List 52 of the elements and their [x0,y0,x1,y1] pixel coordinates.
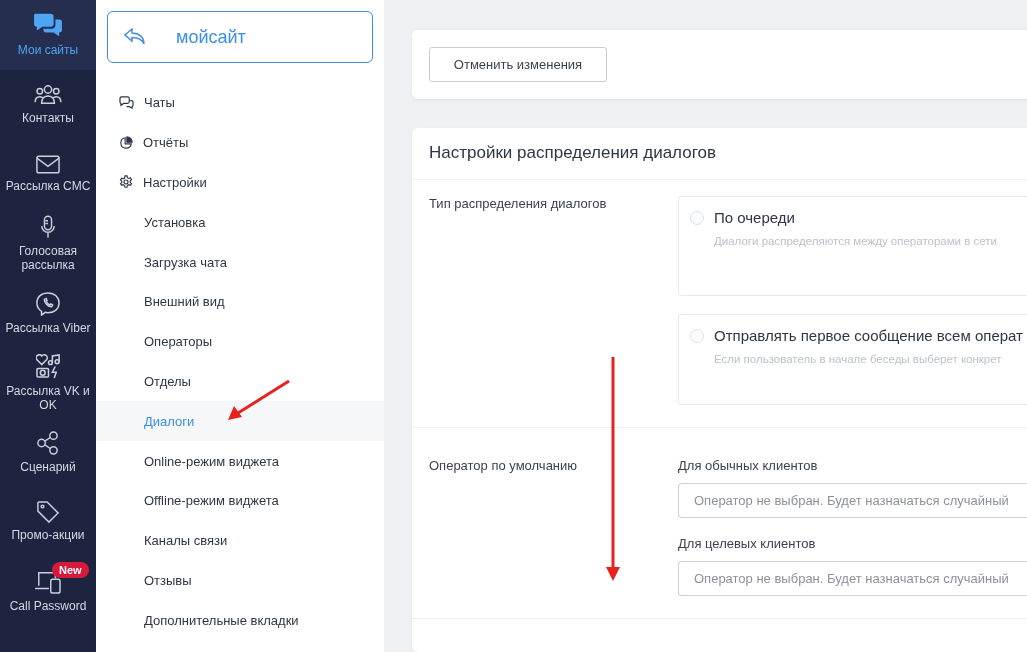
submenu-item[interactable]: Операторы [96,321,384,362]
submenu-item[interactable]: Online-режим виджета [96,441,384,481]
sidebar-item[interactable]: Мои сайты [0,0,96,70]
new-badge: New [52,562,89,579]
menu-item[interactable]: Чаты [96,83,384,123]
cancel-changes-button[interactable]: Отменить изменения [429,47,607,82]
heart-music-camera-icon [35,353,61,379]
sidebar-item[interactable]: Сценарий [0,417,96,488]
section-title: Настройки распределения диалогов [412,128,1027,180]
settings-icon [119,175,133,190]
submenu-item[interactable]: Отзывы [96,560,384,601]
menu-item[interactable]: Настройки [96,162,384,203]
setting-label: Тип распределения диалогов [429,196,607,211]
tag-icon [37,501,59,524]
field-label: Для целевых клиентов [678,536,817,551]
sidebar-item[interactable]: Рассылка VK и OK [0,347,96,418]
annotation-arrow [228,379,290,420]
radio-button[interactable] [690,328,704,343]
setting-label: Оператор по умолчанию [429,458,578,473]
menu-item[interactable]: Отчёты [96,122,384,163]
sidebar-item[interactable]: Промо-акции [0,487,96,557]
pie-chart-icon [119,135,133,150]
chat-bubbles-icon [33,12,63,39]
sidebar-item[interactable]: New Call Password [0,556,96,627]
sidebar-item[interactable]: Рассылка СМС [0,139,96,209]
option-title: По очереди [714,209,795,226]
sidebar-item[interactable]: Контакты [0,69,96,140]
option-title: Отправлять первое сообщение всем операт [714,327,1023,344]
envelope-icon [36,155,60,174]
chat-icon [119,96,134,110]
option-description: Диалоги распределяются между операторами в сети [714,235,998,247]
radio-button[interactable] [690,210,704,225]
submenu-item[interactable]: Загрузка чата [96,242,384,282]
sidebar-item[interactable]: Голосовая рассылка [0,208,96,279]
submenu-item[interactable]: Каналы связи [96,520,384,561]
share-nodes-icon [37,430,59,455]
field-label: Для обычных клиентов [678,458,819,473]
operator-select[interactable]: Оператор не выбран. Будет назначаться случайный [678,483,1027,518]
option-description: Если пользователь в начале беседы выберет конкрет [714,353,1003,365]
option-card[interactable]: По очереди Диалоги распределяются между операторами в сети [678,196,1027,296]
back-arrow-icon [124,28,146,46]
option-card[interactable]: Отправлять первое сообщение всем операт Если пользователь в начале беседы выберет конкрет [678,314,1027,405]
submenu-item[interactable]: Offline-режим виджета [96,480,384,521]
sidebar-item[interactable]: Рассылка Viber [0,278,96,348]
people-icon [34,83,62,106]
submenu-item[interactable]: Дополнительные вкладки [96,600,384,641]
submenu-item[interactable]: Отделы [96,361,384,402]
phone-bubble-icon [36,291,60,316]
submenu-item[interactable]: Внешний вид [96,282,384,322]
submenu-item[interactable]: Установка [96,202,384,243]
microphone-icon [40,215,56,240]
operator-select[interactable]: Оператор не выбран. Будет назначаться случайный [678,561,1027,596]
